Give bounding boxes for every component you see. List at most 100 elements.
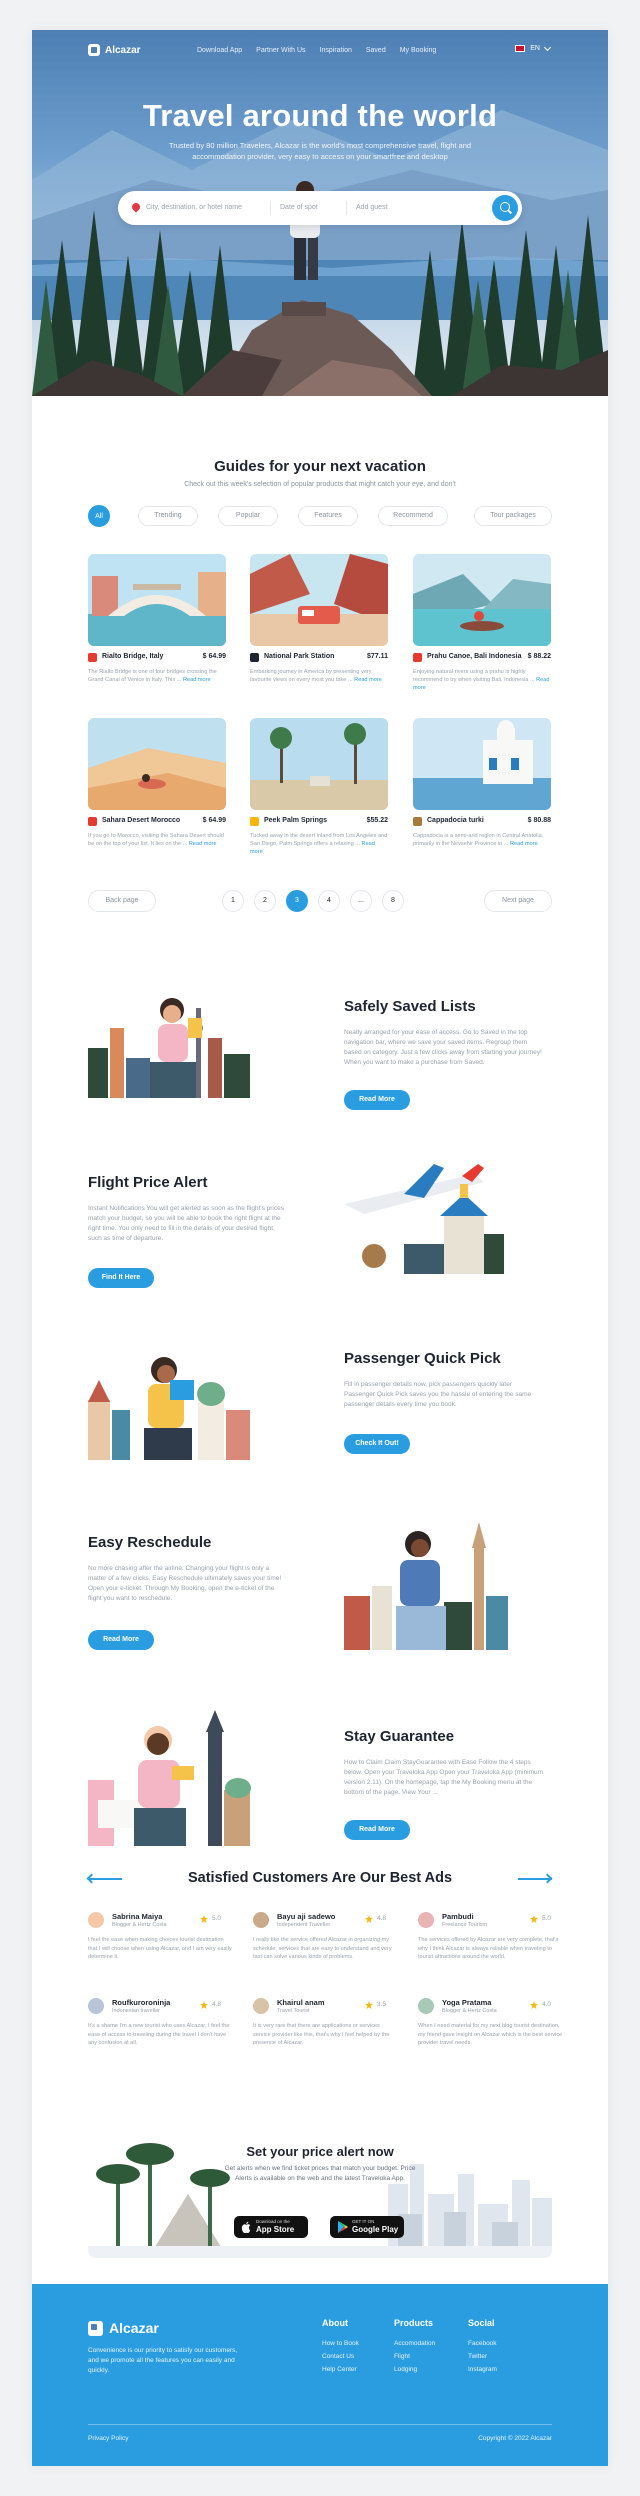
footer-link[interactable]: Accomodation <box>394 2340 435 2347</box>
reviewer-role: Blogger & Hertz Costa <box>442 2008 497 2014</box>
nav-saved[interactable]: Saved <box>366 47 386 54</box>
filter-tour-packages[interactable]: Tour packages <box>474 506 552 526</box>
guide-card[interactable]: Sahara Desert Morocco $ 64.99 If you go … <box>88 718 226 863</box>
pagination: Back page 1 2 3 4 ... 8 Next page <box>88 890 552 912</box>
read-more-button[interactable]: Read More <box>344 1090 410 1110</box>
avatar <box>88 1998 104 2014</box>
avatar <box>418 1998 434 2014</box>
language-selector[interactable]: EN <box>515 43 552 52</box>
read-more-button[interactable]: Read More <box>344 1820 410 1840</box>
read-more-link[interactable]: Read more <box>510 841 538 847</box>
page-8[interactable]: 8 <box>382 890 404 912</box>
apple-icon <box>241 2221 251 2233</box>
rating: 4.8 <box>212 2001 222 2008</box>
avatar <box>253 1998 269 2014</box>
search-button[interactable] <box>492 195 518 221</box>
check-it-out-button[interactable]: Check It Out! <box>344 1434 410 1454</box>
brand-logo[interactable]: Alcazar <box>88 44 141 56</box>
guide-card[interactable]: Peek Palm Springs $55.22 Tucked away in … <box>250 718 388 863</box>
reviewer-name: Sabrina Maiya <box>112 1912 163 1921</box>
app-store-label: App Store <box>256 2225 295 2234</box>
guide-card[interactable]: Prahu Canoe, Bali Indonesia $ 88.22 Enjo… <box>413 554 551 699</box>
card-title: Sahara Desert Morocco <box>102 817 181 824</box>
destination-input[interactable]: City, destination, or hotel name <box>146 191 286 225</box>
saved-lists-illustration <box>88 998 250 1098</box>
read-more-link[interactable]: Read more <box>189 841 217 847</box>
footer-link[interactable]: Twitter <box>468 2353 497 2360</box>
next-arrow-button[interactable] <box>518 1873 553 1884</box>
star-icon <box>530 2001 538 2009</box>
location-icon <box>88 653 97 662</box>
footer-divider <box>88 2424 552 2425</box>
feature-text: Neatly arranged for your ease of access.… <box>344 1029 542 1066</box>
footer: Alcazar Convenience is our priority to s… <box>32 2284 608 2466</box>
rating: 3.5 <box>377 2001 387 2008</box>
review-text: It's a shame I'm a new tourist who uses … <box>88 2023 230 2046</box>
card-image <box>88 718 226 810</box>
hero-title: Travel around the world <box>142 98 498 133</box>
footer-description: Convenience is our priority to satisfy o… <box>88 2347 238 2374</box>
filter-trending[interactable]: Trending <box>138 506 198 526</box>
card-description: Tucked away in the desert inland from Lo… <box>250 833 388 855</box>
rating: 5.0 <box>212 1915 222 1922</box>
google-play-button[interactable]: GET IT ON Google Play <box>330 2216 404 2238</box>
page-ellipsis: ... <box>350 890 372 912</box>
location-icon <box>88 817 97 826</box>
find-it-here-button[interactable]: Find It Here <box>88 1268 154 1288</box>
app-store-button[interactable]: Download on the App Store <box>234 2216 308 2238</box>
page-1[interactable]: 1 <box>222 890 244 912</box>
page-4[interactable]: 4 <box>318 890 340 912</box>
read-more-link[interactable]: Read more <box>183 677 211 683</box>
card-image <box>250 554 388 646</box>
footer-link[interactable]: Instagram <box>468 2366 497 2373</box>
feature-title: Passenger Quick Pick <box>344 1350 501 1367</box>
logo-icon <box>88 2320 103 2336</box>
filter-recommend[interactable]: Recommend <box>378 506 448 526</box>
footer-logo[interactable]: Alcazar <box>88 2320 159 2336</box>
guides-title: Guides for your next vacation <box>214 458 426 475</box>
review-card: Roufkuroroninja Indonesian traveller 4.8… <box>88 1998 234 2076</box>
price-alert-title: Set your price alert now <box>246 2144 394 2159</box>
language-label: EN <box>530 45 540 52</box>
footer-link[interactable]: Flight <box>394 2353 435 2360</box>
park-icon <box>250 653 259 662</box>
date-input[interactable]: Date of spot <box>280 191 352 225</box>
back-page-button[interactable]: Back page <box>88 890 156 912</box>
guests-input[interactable]: Add guest <box>356 191 436 225</box>
location-pin-icon <box>130 201 142 213</box>
footer-link[interactable]: How to Book <box>322 2340 359 2347</box>
page-2[interactable]: 2 <box>254 890 276 912</box>
app-store-small: Download on the <box>256 2219 290 2224</box>
nav-inspiration[interactable]: Inspiration <box>320 47 352 54</box>
nav-links: Download App Partner With Us Inspiration… <box>197 47 436 54</box>
filter-features[interactable]: Features <box>298 506 358 526</box>
read-more-link[interactable]: Read more <box>354 677 382 683</box>
guide-card[interactable]: Rialto Bridge, Italy $ 64.99 The Rialto … <box>88 554 226 699</box>
read-more-button[interactable]: Read More <box>88 1630 154 1650</box>
footer-link[interactable]: Contact Us <box>322 2353 359 2360</box>
nav-my-booking[interactable]: My Booking <box>400 47 437 54</box>
next-page-button[interactable]: Next page <box>484 890 552 912</box>
footer-column-products: Products Accomodation Flight Lodging <box>394 2318 435 2379</box>
guide-card[interactable]: Cappadocia turki $ 80.88 Cappadocia is a… <box>413 718 551 863</box>
footer-link[interactable]: Lodging <box>394 2366 435 2373</box>
filter-popular[interactable]: Popular <box>218 506 278 526</box>
google-play-label: Google Play <box>352 2225 399 2234</box>
chevron-down-icon <box>543 43 552 51</box>
star-icon <box>530 1915 538 1923</box>
page-3[interactable]: 3 <box>286 890 308 912</box>
rating: 4.8 <box>377 1915 387 1922</box>
filter-all[interactable]: All <box>88 505 110 527</box>
footer-link[interactable]: Facebook <box>468 2340 497 2347</box>
footer-column-social: Social Facebook Twitter Instagram <box>468 2318 497 2379</box>
privacy-policy-link[interactable]: Privacy Policy <box>88 2435 128 2442</box>
guide-card[interactable]: National Park Station $77.11 Embarking j… <box>250 554 388 699</box>
nav-partner[interactable]: Partner With Us <box>256 47 305 54</box>
review-card: Khairul anam Travel Tourist 3.5 It is ve… <box>253 1998 399 2076</box>
landmark-icon <box>413 817 422 826</box>
reviewer-name: Yoga Pratama <box>442 1998 492 2007</box>
feature-title: Easy Reschedule <box>88 1534 212 1551</box>
nav-download-app[interactable]: Download App <box>197 47 242 54</box>
footer-link[interactable]: Help Center <box>322 2366 359 2373</box>
card-price: $ 64.99 <box>202 817 226 824</box>
